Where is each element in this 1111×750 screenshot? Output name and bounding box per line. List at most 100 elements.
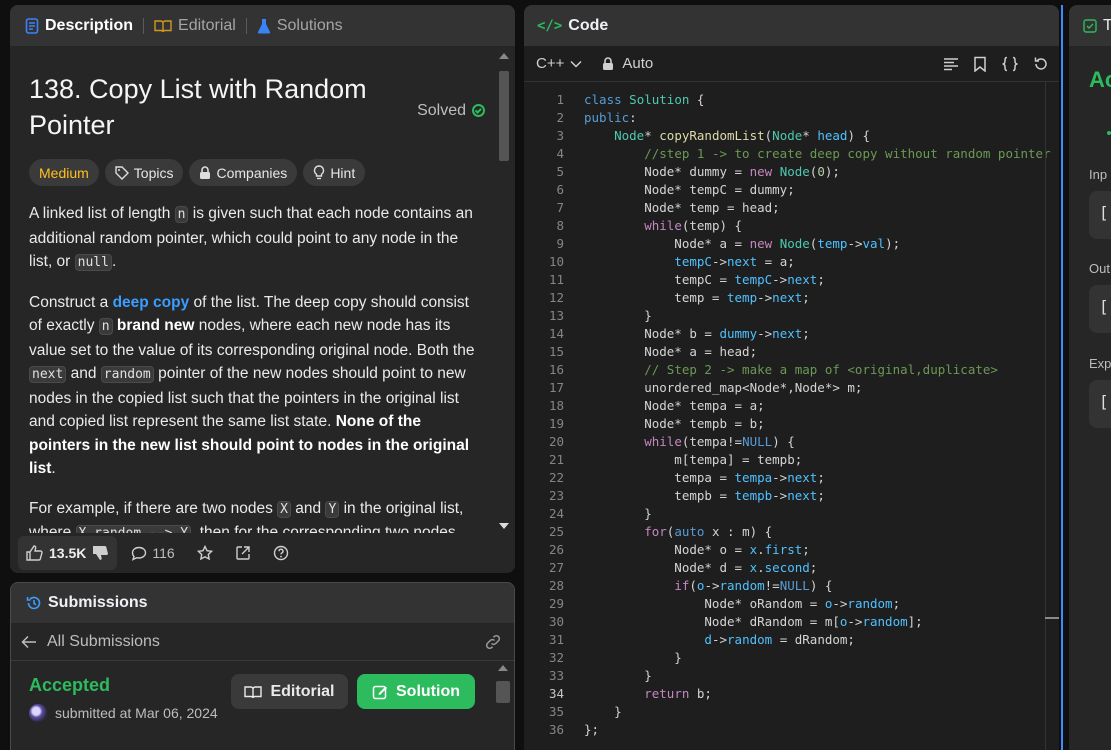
code-line-current: 34 return b;	[548, 686, 712, 701]
link-icon[interactable]	[484, 634, 502, 650]
code-line: 31 d->random = dRandom;	[548, 632, 855, 647]
output-box[interactable]	[1089, 285, 1111, 333]
all-submissions-link[interactable]: All Submissions	[47, 633, 160, 651]
tab-solutions[interactable]: Solutions	[257, 17, 353, 35]
hint-chip[interactable]: Hint	[303, 159, 366, 186]
comments-button[interactable]: 116	[123, 545, 182, 561]
bold-text: brand new	[116, 317, 195, 334]
topics-chip[interactable]: Topics	[104, 159, 184, 186]
panel-resize-handle[interactable]	[1061, 5, 1063, 750]
solution-button[interactable]: Solution	[357, 674, 475, 709]
mode-label[interactable]: Auto	[622, 55, 653, 72]
avatar[interactable]	[29, 704, 47, 722]
testcase-panel: T Ac Inp Out Exp	[1069, 5, 1111, 750]
tab-editorial[interactable]: Editorial	[154, 17, 246, 35]
thumbs-up-icon[interactable]	[26, 545, 43, 561]
code-icon: </>	[537, 17, 563, 34]
code-line: 28 if(o->random!=NULL) {	[548, 578, 833, 593]
inline-code: next	[29, 366, 67, 383]
submissions-title: Submissions	[48, 594, 148, 611]
code-line: 11 tempC = tempC->next;	[548, 272, 825, 287]
format-lines-icon[interactable]	[943, 56, 959, 72]
subs-scroll-up-icon[interactable]	[498, 665, 508, 671]
editorial-button[interactable]: Editorial	[231, 674, 348, 709]
difficulty-chip[interactable]: Medium	[29, 159, 99, 186]
code-line: 33 }	[548, 668, 652, 683]
description-paragraph-2: Construct a deep copy of the list. The d…	[29, 291, 485, 481]
output-label: Out	[1089, 261, 1110, 276]
language-select[interactable]: C++	[536, 55, 564, 72]
code-line: 19 Node* tempb = b;	[548, 416, 765, 431]
inline-code: n	[174, 206, 189, 223]
code-header: </> Code	[524, 5, 1059, 46]
desc-text: A linked list of length	[29, 205, 175, 222]
chevron-down-icon[interactable]	[570, 60, 582, 68]
arrow-left-icon[interactable]	[21, 635, 37, 649]
braces-icon[interactable]	[1001, 56, 1019, 72]
code-line: 24 }	[548, 506, 652, 521]
desc-text: and	[290, 499, 326, 517]
description-scrollbar-thumb[interactable]	[499, 71, 509, 161]
input-box[interactable]	[1089, 191, 1111, 239]
tab-separator	[143, 17, 145, 34]
code-editor[interactable]: 1 class Solution { 2 public: 3 Node* copyR…	[524, 91, 1059, 739]
input-label: Inp	[1089, 167, 1108, 182]
testcase-tab-label[interactable]: T	[1103, 17, 1111, 35]
inline-code: random	[100, 366, 154, 383]
thumbs-down-icon[interactable]	[92, 545, 109, 561]
code-line: 17 unordered_map<Node*,Node*> m;	[548, 380, 863, 395]
companies-label: Companies	[216, 164, 288, 181]
expected-box[interactable]	[1089, 380, 1111, 428]
history-icon	[26, 596, 41, 610]
subs-scrollbar-thumb[interactable]	[496, 681, 510, 703]
code-line: 35 }	[548, 704, 622, 719]
code-line: 22 tempa = tempa->next;	[548, 470, 825, 485]
desc-text: For example, if there are two nodes	[29, 499, 278, 517]
code-line: 5 Node* dummy = new Node(0);	[556, 164, 840, 179]
code-line: 23 tempb = tempb->next;	[548, 488, 825, 503]
lock-icon	[200, 165, 211, 179]
problem-title[interactable]: 138. Copy List with Random Pointer	[29, 71, 389, 143]
favorite-button[interactable]	[189, 545, 221, 561]
testcase-header: T	[1069, 5, 1111, 46]
share-button[interactable]	[227, 545, 259, 561]
submissions-nav: All Submissions	[11, 623, 514, 661]
bookmark-icon[interactable]	[973, 56, 987, 72]
scroll-down-arrow-icon[interactable]	[499, 523, 509, 529]
code-title: Code	[568, 16, 609, 34]
tab-description[interactable]: Description	[25, 17, 143, 35]
code-line: 26 Node* o = x.first;	[548, 542, 810, 557]
lock-icon	[603, 56, 614, 70]
reset-icon[interactable]	[1033, 56, 1049, 72]
code-line: 18 Node* tempa = a;	[548, 398, 765, 413]
companies-chip[interactable]: Companies	[189, 159, 298, 186]
lightbulb-icon	[314, 165, 325, 180]
code-line: 13 }	[548, 308, 652, 323]
submitted-time: submitted at Mar 06, 2024	[55, 705, 218, 721]
help-button[interactable]	[265, 545, 297, 561]
comment-count: 116	[152, 545, 175, 561]
code-line: 29 Node* oRandom = o->random;	[548, 596, 901, 611]
like-dislike-group: 13.5K	[18, 536, 118, 570]
code-line: 27 Node* d = x.second;	[548, 560, 818, 575]
solved-status: Solved	[417, 78, 485, 143]
code-line: 15 Node* a = head;	[548, 344, 758, 359]
result-status: Ac	[1089, 67, 1111, 92]
code-line: 6 Node* tempC = dummy;	[556, 182, 795, 197]
code-line: 16 // Step 2 -> make a map of <original,…	[548, 362, 998, 377]
expected-label: Exp	[1089, 356, 1111, 371]
code-scrollbar[interactable]	[1045, 82, 1059, 750]
description-panel: Description Editorial Solutions 138. Cop…	[10, 5, 515, 573]
tab-description-label: Description	[45, 16, 134, 34]
scroll-up-arrow-icon[interactable]	[499, 53, 509, 59]
editor-tools	[943, 56, 1049, 72]
tab-solutions-label: Solutions	[276, 16, 343, 34]
deep-copy-link[interactable]: deep copy	[113, 294, 190, 311]
title-row: 138. Copy List with Random Pointer Solve…	[29, 71, 485, 143]
code-line: 8 while(temp) {	[556, 218, 743, 233]
checkbox-icon	[1083, 18, 1097, 33]
book-open-icon	[244, 685, 263, 698]
like-count: 13.5K	[49, 545, 87, 561]
tag-icon	[115, 165, 129, 180]
code-line: 7 Node* temp = head;	[556, 200, 780, 215]
